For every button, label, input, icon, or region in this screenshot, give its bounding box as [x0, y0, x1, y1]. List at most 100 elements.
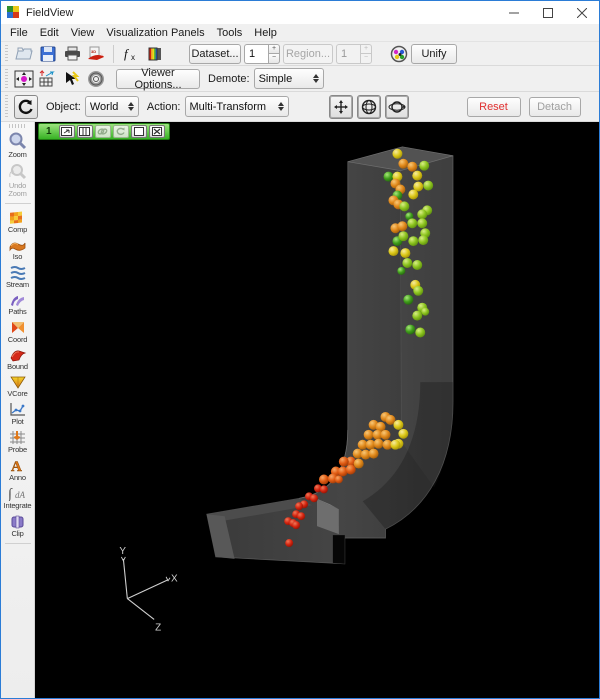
svg-text:dA: dA — [15, 490, 26, 500]
layout-grid-icon[interactable] — [77, 125, 93, 138]
object-dropdown[interactable]: World — [85, 96, 139, 117]
transform-panel-icon[interactable] — [38, 69, 58, 89]
particle-sphere — [417, 218, 427, 228]
globe-mode-icon[interactable] — [357, 95, 381, 119]
paths-icon — [9, 293, 27, 307]
particle-sphere — [354, 459, 364, 469]
rotate-mode-icon[interactable] — [14, 95, 38, 119]
axis-z-label: Z — [155, 622, 161, 633]
function-icon[interactable]: fx — [121, 44, 141, 64]
particle-sphere — [369, 449, 379, 459]
pick-icon[interactable] — [62, 69, 82, 89]
particle-sphere — [393, 420, 403, 430]
reset-button[interactable]: Reset — [467, 97, 521, 117]
sidebar-item-paths[interactable]: Paths — [1, 293, 35, 316]
action-dropdown[interactable]: Multi-Transform — [185, 96, 289, 117]
menu-item-visualization-panels[interactable]: Visualization Panels — [100, 25, 210, 41]
particle-sphere — [397, 267, 405, 275]
toolbar-file: 3D fx Dataset... 1 +− Region... 1 +− Uni… — [1, 42, 599, 66]
maximize-view-icon[interactable] — [131, 125, 147, 138]
zoom-icon — [8, 132, 27, 150]
svg-text:x: x — [131, 53, 135, 62]
dataset-spinbox[interactable]: 1 +− — [244, 44, 280, 64]
sidebar-item-vcore[interactable]: VCore — [1, 375, 35, 398]
particle-sphere — [397, 221, 407, 231]
sidebar-item-label: Stream — [6, 281, 29, 289]
unify-button[interactable]: Unify — [411, 44, 457, 64]
sidebar-item-label: Comp — [8, 226, 27, 234]
link-icon — [95, 125, 111, 138]
colormap-icon[interactable] — [145, 44, 165, 64]
sidebar-item-stream[interactable]: Stream — [1, 265, 35, 289]
bound-icon — [9, 348, 27, 362]
dataset-decrement[interactable]: − — [268, 53, 280, 64]
vcore-icon — [9, 375, 27, 389]
scene-3d[interactable]: Y X Z — [35, 122, 599, 699]
dataset-button[interactable]: Dataset... — [189, 44, 241, 64]
export-pdf-icon[interactable]: 3D — [86, 44, 106, 64]
particle-sphere — [374, 439, 384, 449]
particle-sphere — [412, 260, 422, 270]
sidebar-item-comp[interactable]: Comp — [1, 209, 35, 234]
maximize-button[interactable] — [531, 1, 565, 24]
minimize-button[interactable] — [497, 1, 531, 24]
close-view-icon[interactable] — [149, 125, 165, 138]
particle-sphere — [339, 457, 349, 467]
menu-item-file[interactable]: File — [4, 25, 34, 41]
menu-item-help[interactable]: Help — [248, 25, 283, 41]
pan-mode-icon[interactable] — [329, 95, 353, 119]
particle-sphere — [402, 258, 412, 268]
particle-sphere — [408, 236, 418, 246]
particle-sphere — [400, 248, 410, 258]
colorwheel-icon[interactable] — [389, 44, 409, 64]
save-icon[interactable] — [38, 44, 58, 64]
sidebar-item-coord[interactable]: Coord — [1, 320, 35, 344]
undo-zoom-icon — [8, 163, 27, 181]
titlebar: FieldView — [1, 1, 599, 24]
action-label: Action: — [147, 101, 181, 113]
fit-view-icon[interactable] — [14, 69, 34, 89]
region-button[interactable]: Region... — [283, 44, 333, 64]
sidebar-grip[interactable] — [9, 124, 27, 128]
menu-item-tools[interactable]: Tools — [211, 25, 249, 41]
sidebar-item-plot[interactable]: Plot — [1, 402, 35, 426]
ring-icon[interactable] — [86, 69, 106, 89]
menu-item-edit[interactable]: Edit — [34, 25, 65, 41]
sidebar-item-probe[interactable]: Probe — [1, 430, 35, 454]
toolbar-grip[interactable] — [3, 69, 10, 88]
particle-sphere — [413, 286, 423, 296]
viewport-tab-number[interactable]: 1 — [39, 126, 58, 137]
viewport-3d[interactable]: 1 — [35, 122, 599, 698]
detach-button[interactable]: Detach — [529, 97, 581, 117]
sidebar-item-zoom[interactable]: Zoom — [1, 132, 35, 159]
sidebar-item-clip[interactable]: Clip — [1, 514, 35, 538]
sidebar-item-anno[interactable]: AAnno — [1, 458, 35, 482]
viewer-options-button[interactable]: Viewer Options... — [116, 69, 200, 89]
toolbar-grip[interactable] — [3, 45, 10, 62]
open-icon[interactable] — [14, 44, 34, 64]
particle-sphere — [407, 218, 417, 228]
toolbar-grip[interactable] — [3, 95, 10, 118]
sidebar-item-label: Paths — [8, 308, 26, 316]
particle-sphere — [398, 159, 408, 169]
popout-window-icon[interactable] — [59, 125, 75, 138]
particle-sphere — [405, 325, 415, 335]
pipe-geometry — [207, 147, 453, 564]
menu-item-view[interactable]: View — [65, 25, 101, 41]
sidebar-item-undo-zoom[interactable]: UndoZoom — [1, 163, 35, 198]
particle-sphere — [415, 328, 425, 338]
iso-icon — [8, 238, 27, 252]
dataset-increment[interactable]: + — [268, 44, 280, 54]
spin-mode-icon[interactable] — [385, 95, 409, 119]
close-button[interactable] — [565, 1, 599, 24]
demote-value: Simple — [259, 73, 307, 85]
axis-x-label: X — [171, 574, 178, 585]
print-icon[interactable] — [62, 44, 82, 64]
sidebar-item-label: VCore — [7, 390, 27, 398]
sidebar-item-bound[interactable]: Bound — [1, 348, 35, 371]
sidebar-item-integrate[interactable]: ∫dAIntegrate — [1, 486, 35, 510]
dataset-number[interactable]: 1 — [244, 44, 268, 64]
particle-sphere — [388, 246, 398, 256]
sidebar-item-iso[interactable]: Iso — [1, 238, 35, 261]
demote-dropdown[interactable]: Simple — [254, 68, 324, 89]
